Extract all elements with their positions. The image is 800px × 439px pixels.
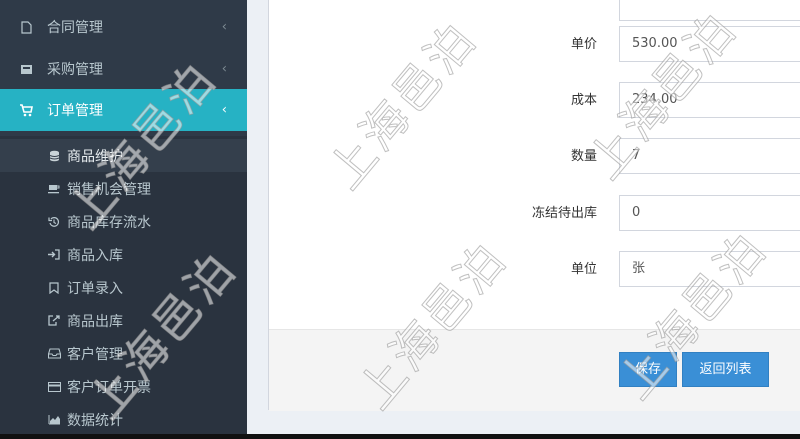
back-to-list-button[interactable]: 返回列表 bbox=[682, 352, 769, 387]
form-footer: 保存 返回列表 bbox=[269, 329, 800, 411]
submenu-order-entry[interactable]: 订单录入 bbox=[0, 271, 247, 304]
credit-card-icon bbox=[47, 380, 61, 394]
submenu-label: 订单录入 bbox=[67, 280, 123, 297]
submenu-label: 销售机会管理 bbox=[67, 181, 151, 198]
submenu-inventory-flow[interactable]: 商品库存流水 bbox=[0, 205, 247, 238]
chevron-left-icon: ‹ bbox=[221, 102, 227, 118]
form-row-unit: 单位 张 bbox=[269, 251, 800, 289]
menu-label: 采购管理 bbox=[47, 62, 103, 78]
form-row-cost: 成本 234.00 bbox=[269, 82, 800, 120]
submenu-data-statistics[interactable]: 数据统计 bbox=[0, 403, 247, 436]
menu-label: 订单管理 bbox=[47, 103, 103, 119]
submenu-label: 商品库存流水 bbox=[67, 214, 151, 231]
form-row-unit-price: 单价 530.00 bbox=[269, 26, 800, 64]
frozen-pending-label: 冻结待出库 bbox=[531, 206, 597, 221]
sidebar: 合同管理 ‹ 采购管理 ‹ 订单管理 ‹ 商品维护 销售机会管理 商品库存流水 … bbox=[0, 0, 247, 439]
menu-contract-management[interactable]: 合同管理 ‹ bbox=[0, 6, 247, 48]
submenu-label: 客户管理 bbox=[67, 346, 123, 363]
history-icon bbox=[47, 215, 61, 229]
cost-label: 成本 bbox=[570, 93, 597, 108]
form-row-frozen-pending: 冻结待出库 0 bbox=[269, 195, 800, 233]
coffee-icon bbox=[47, 182, 61, 196]
share-icon bbox=[47, 314, 61, 328]
cart-icon bbox=[19, 103, 33, 117]
menu-label: 合同管理 bbox=[47, 20, 103, 36]
unit-price-input[interactable]: 530.00 bbox=[619, 26, 800, 62]
inbox-icon bbox=[47, 347, 61, 361]
submenu-customer-invoicing[interactable]: 客户订单开票 bbox=[0, 370, 247, 403]
chevron-left-icon: ‹ bbox=[221, 61, 227, 77]
submenu-label: 商品出库 bbox=[67, 313, 123, 330]
form-row-quantity: 数量 7 bbox=[269, 138, 800, 176]
quantity-input[interactable]: 7 bbox=[619, 138, 800, 174]
form-input-partial[interactable] bbox=[619, 0, 800, 21]
save-button[interactable]: 保存 bbox=[619, 352, 677, 387]
area-chart-icon bbox=[47, 413, 61, 427]
unit-price-label: 单价 bbox=[570, 37, 597, 52]
submenu-customer-management[interactable]: 客户管理 bbox=[0, 337, 247, 370]
chevron-left-icon: ‹ bbox=[221, 19, 227, 35]
submenu-product-maintenance[interactable]: 商品维护 bbox=[0, 139, 247, 172]
submenu-sales-opportunity[interactable]: 销售机会管理 bbox=[0, 172, 247, 205]
bookmark-icon bbox=[47, 281, 61, 295]
unit-label: 单位 bbox=[570, 262, 597, 277]
submenu-label: 客户订单开票 bbox=[67, 379, 151, 396]
submenu-label: 商品入库 bbox=[67, 247, 123, 264]
sign-in-icon bbox=[47, 248, 61, 262]
unit-input[interactable]: 张 bbox=[619, 251, 800, 287]
quantity-label: 数量 bbox=[570, 149, 597, 164]
form-row-hidden bbox=[269, 0, 800, 23]
file-icon bbox=[19, 20, 33, 34]
product-form-panel: 单价 530.00 成本 234.00 数量 7 冻结待出库 0 单位 张 保存… bbox=[268, 0, 800, 411]
database-icon bbox=[47, 149, 61, 163]
submenu-label: 商品维护 bbox=[67, 148, 123, 165]
submenu-stock-in[interactable]: 商品入库 bbox=[0, 238, 247, 271]
menu-purchase-management[interactable]: 采购管理 ‹ bbox=[0, 48, 247, 90]
menu-order-management[interactable]: 订单管理 ‹ bbox=[0, 89, 247, 131]
bottom-border bbox=[0, 434, 800, 439]
frozen-pending-input[interactable]: 0 bbox=[619, 195, 800, 231]
order-submenu: 商品维护 销售机会管理 商品库存流水 商品入库 订单录入 商品出库 客户管理 客… bbox=[0, 136, 247, 439]
inbox-icon bbox=[19, 62, 33, 76]
submenu-label: 数据统计 bbox=[67, 412, 123, 429]
cost-input[interactable]: 234.00 bbox=[619, 82, 800, 118]
submenu-stock-out[interactable]: 商品出库 bbox=[0, 304, 247, 337]
